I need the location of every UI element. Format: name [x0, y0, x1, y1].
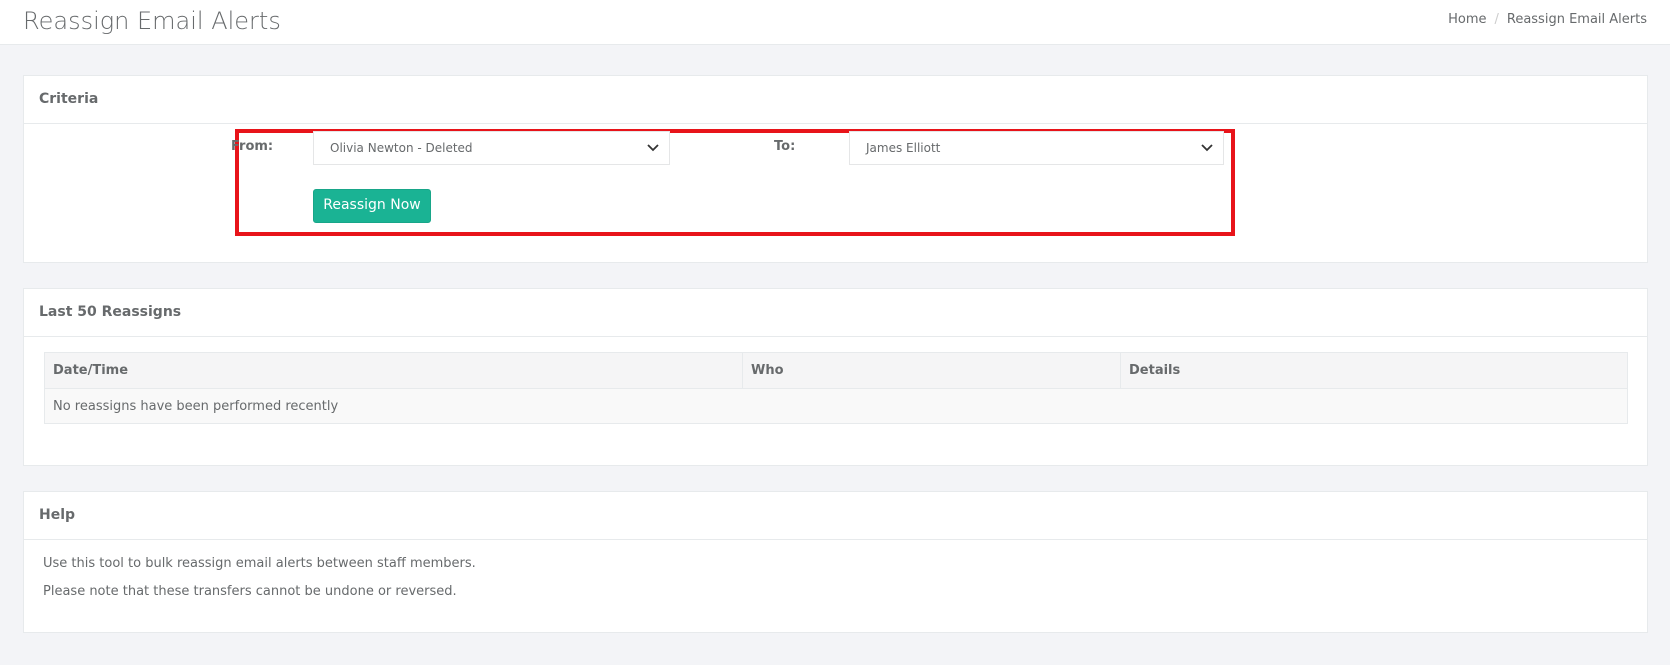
page-header: Reassign Email Alerts Home / Reassign Em… — [0, 0, 1670, 45]
help-text-line: Use this tool to bulk reassign email ale… — [43, 556, 476, 571]
breadcrumb-separator: / — [1494, 12, 1499, 27]
from-label: From: — [231, 139, 274, 154]
reassigns-panel-title: Last 50 Reassigns — [24, 289, 1647, 337]
column-header-who: Who — [742, 352, 1121, 389]
table-header-row: Date/Time Who Details — [44, 352, 1628, 389]
help-text-line: Please note that these transfers cannot … — [43, 584, 457, 599]
criteria-panel-title: Criteria — [24, 76, 1647, 124]
help-panel-title: Help — [24, 492, 1647, 540]
reassigns-panel: Last 50 Reassigns Date/Time Who Details … — [23, 288, 1648, 466]
reassigns-table: Date/Time Who Details No reassigns have … — [44, 352, 1628, 424]
from-select-value: Olivia Newton - Deleted — [330, 141, 473, 155]
reassign-now-button[interactable]: Reassign Now — [313, 189, 431, 223]
from-select[interactable]: Olivia Newton - Deleted — [313, 131, 670, 165]
criteria-panel: Criteria From: Olivia Newton - Deleted T… — [23, 75, 1648, 263]
breadcrumb: Home / Reassign Email Alerts — [1448, 12, 1647, 27]
to-label: To: — [774, 139, 796, 154]
help-panel: Help Use this tool to bulk reassign emai… — [23, 491, 1648, 633]
column-header-details: Details — [1120, 352, 1628, 389]
to-select-value: James Elliott — [866, 141, 941, 155]
to-select[interactable]: James Elliott — [849, 131, 1224, 165]
breadcrumb-home-link[interactable]: Home — [1448, 12, 1486, 27]
empty-message: No reassigns have been performed recentl… — [44, 388, 1628, 424]
page-title: Reassign Email Alerts — [23, 7, 281, 35]
breadcrumb-current: Reassign Email Alerts — [1506, 12, 1647, 27]
chevron-down-icon — [1201, 144, 1213, 152]
column-header-datetime: Date/Time — [44, 352, 743, 389]
table-row: No reassigns have been performed recentl… — [44, 388, 1628, 424]
chevron-down-icon — [647, 144, 659, 152]
